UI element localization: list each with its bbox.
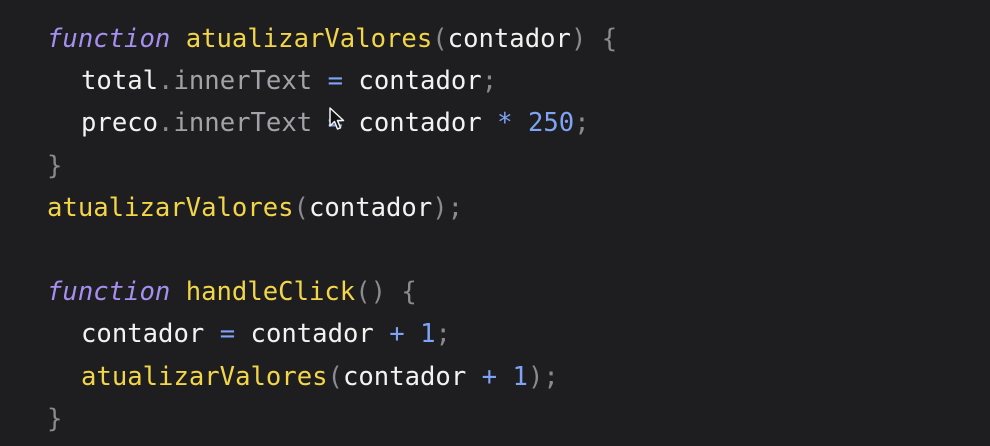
punctuation-token: . xyxy=(158,66,174,97)
identifier-token: contador xyxy=(358,66,482,97)
code-line[interactable]: } xyxy=(47,145,990,187)
code-editor[interactable]: function atualizarValores(contador) {tot… xyxy=(0,0,990,446)
identifier-token: contador xyxy=(308,192,433,223)
identifier-token xyxy=(497,362,512,392)
operator-token: = xyxy=(327,66,343,97)
identifier-token: contador xyxy=(447,24,571,54)
function-name-token: handleClick xyxy=(185,277,356,308)
identifier-token: preco xyxy=(81,108,159,139)
punctuation-token: ) { xyxy=(570,24,618,54)
function-name-token: atualizarValores xyxy=(47,192,294,223)
punctuation-token: ( xyxy=(293,192,309,223)
operator-token: + xyxy=(389,319,405,350)
punctuation-token: } xyxy=(47,150,63,181)
operator-token: + xyxy=(481,361,498,392)
code-line[interactable]: contador = contador + 1; xyxy=(47,313,990,355)
punctuation-token: . xyxy=(158,108,174,139)
identifier-token xyxy=(170,277,185,307)
code-line[interactable]: atualizarValores(contador + 1); xyxy=(47,356,990,398)
identifier-token: contador xyxy=(250,319,374,350)
keyword-token: function xyxy=(47,277,171,308)
number-token: 1 xyxy=(420,319,436,350)
identifier-token: contador xyxy=(342,361,467,392)
identifier-token xyxy=(235,319,250,349)
code-line[interactable]: atualizarValores(contador); xyxy=(47,187,990,229)
identifier-token xyxy=(312,108,327,138)
code-line[interactable] xyxy=(47,229,990,271)
identifier-token xyxy=(405,319,420,349)
keyword-token: function xyxy=(47,24,171,54)
identifier-token xyxy=(170,24,185,54)
punctuation-token: ( xyxy=(432,24,448,54)
mouse-cursor-icon xyxy=(329,107,345,130)
punctuation-token: () { xyxy=(355,277,417,308)
identifier-token: contador xyxy=(81,319,205,350)
identifier-token xyxy=(482,108,497,138)
operator-token: = xyxy=(219,319,236,350)
identifier-token xyxy=(343,66,358,96)
function-name-token: atualizarValores xyxy=(185,24,433,54)
property-token: innerText xyxy=(173,108,313,139)
code-line[interactable]: total.innerText = contador; xyxy=(47,60,990,102)
function-name-token: atualizarValores xyxy=(81,361,328,392)
identifier-token xyxy=(204,319,219,349)
identifier-token xyxy=(374,319,389,349)
punctuation-token: ; xyxy=(481,66,498,97)
identifier-token xyxy=(513,108,528,138)
operator-token: * xyxy=(497,108,513,139)
code-line[interactable]: preco.innerText = contador * 250; xyxy=(47,102,990,144)
code-line[interactable]: function atualizarValores(contador) { xyxy=(47,18,990,60)
code-line[interactable]: function handleClick() { xyxy=(47,271,990,313)
punctuation-token: } xyxy=(47,403,63,434)
code-line[interactable]: } xyxy=(47,398,990,440)
punctuation-token: ); xyxy=(432,192,464,223)
identifier-token: total xyxy=(81,66,159,97)
number-token: 250 xyxy=(527,108,575,139)
number-token: 1 xyxy=(512,361,528,392)
identifier-token: contador xyxy=(358,108,482,139)
identifier-token xyxy=(466,362,481,392)
identifier-token xyxy=(312,66,327,96)
punctuation-token: ( xyxy=(327,361,343,392)
property-token: innerText xyxy=(173,66,313,97)
punctuation-token: ; xyxy=(574,108,590,139)
punctuation-token: ); xyxy=(527,361,559,392)
punctuation-token: ; xyxy=(435,319,451,350)
